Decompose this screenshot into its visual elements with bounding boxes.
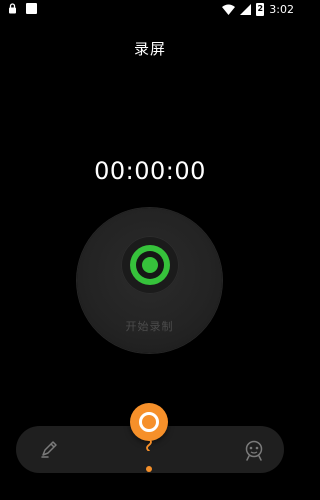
battery-level: 2 xyxy=(257,4,264,13)
battery-icon: 2 xyxy=(256,3,265,16)
page-title: 录屏 xyxy=(133,40,166,58)
start-record-label[interactable]: 开始录制 xyxy=(77,318,222,334)
record-ring xyxy=(130,245,170,285)
status-bar-right: 2 3:02 xyxy=(222,3,294,16)
signal-icon xyxy=(240,4,252,15)
status-time: 3:02 xyxy=(269,3,294,16)
record-ring-inner xyxy=(136,251,164,279)
status-bar-left xyxy=(8,3,37,14)
floating-record-button[interactable] xyxy=(130,403,168,451)
wifi-icon xyxy=(222,4,236,15)
float-tail-icon xyxy=(146,439,152,451)
record-dial[interactable]: 开始录制 xyxy=(77,208,222,353)
pen-icon[interactable] xyxy=(38,438,60,460)
recording-timer: 00:00:00 xyxy=(94,157,206,185)
float-record-circle[interactable] xyxy=(130,403,168,441)
notification-icon xyxy=(26,3,37,14)
start-record-button[interactable] xyxy=(121,236,179,294)
active-indicator xyxy=(146,466,152,472)
lock-icon xyxy=(9,3,16,14)
robot-icon[interactable] xyxy=(242,438,266,462)
record-dot-icon xyxy=(142,257,158,273)
record-float-icon xyxy=(139,412,159,432)
status-bar: 2 3:02 xyxy=(0,0,300,20)
